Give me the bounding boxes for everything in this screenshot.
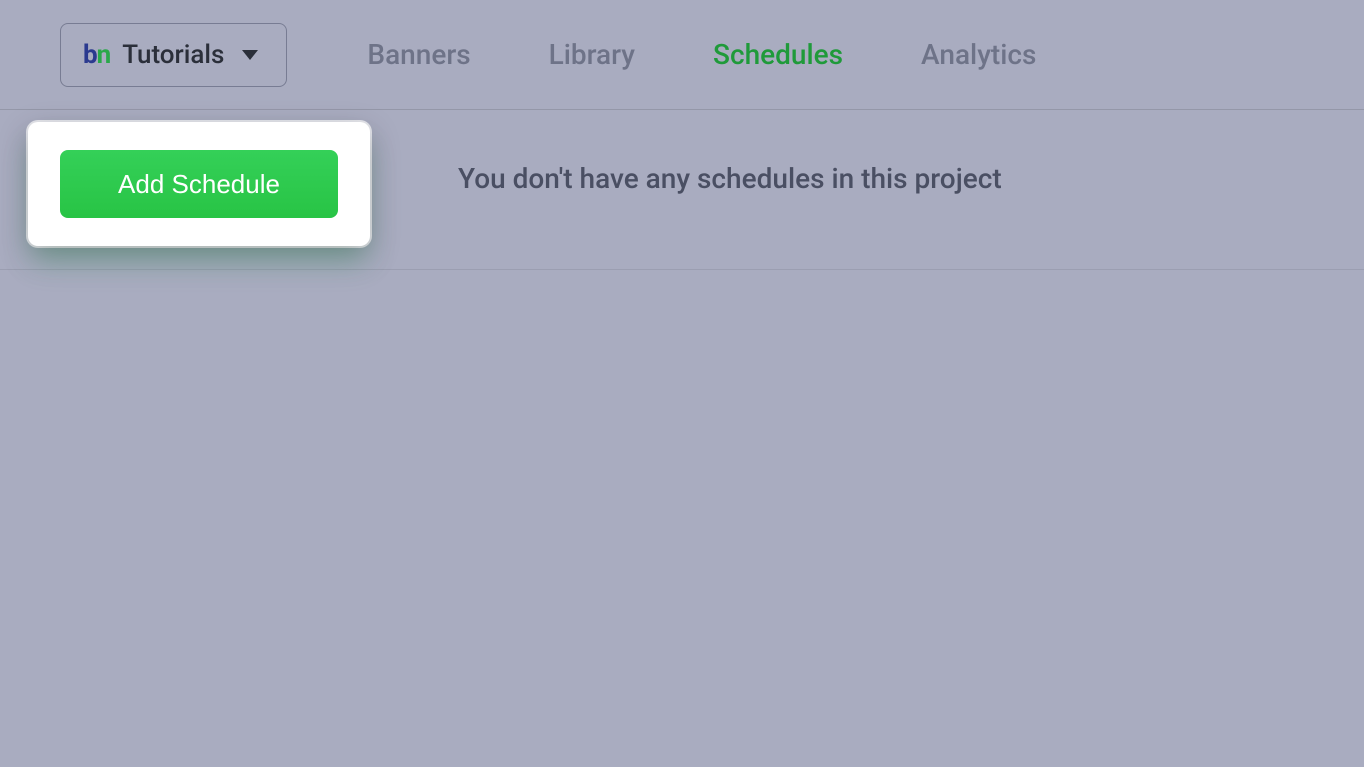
- logo-b: b: [83, 40, 97, 70]
- add-schedule-card: Add Schedule: [28, 122, 370, 246]
- tab-analytics[interactable]: Analytics: [921, 38, 1036, 71]
- add-schedule-button[interactable]: Add Schedule: [60, 150, 338, 218]
- tab-schedules[interactable]: Schedules: [713, 38, 843, 71]
- project-select[interactable]: bn Tutorials: [60, 23, 287, 87]
- logo: bn: [83, 40, 110, 70]
- chevron-down-icon: [242, 50, 258, 60]
- empty-schedules-message: You don't have any schedules in this pro…: [458, 162, 1002, 195]
- tab-banners[interactable]: Banners: [367, 38, 470, 71]
- logo-n: n: [97, 40, 111, 70]
- header: bn Tutorials Banners Library Schedules A…: [0, 0, 1364, 110]
- main-nav: Banners Library Schedules Analytics: [367, 38, 1036, 71]
- project-name: Tutorials: [122, 40, 224, 70]
- tab-library[interactable]: Library: [549, 38, 635, 71]
